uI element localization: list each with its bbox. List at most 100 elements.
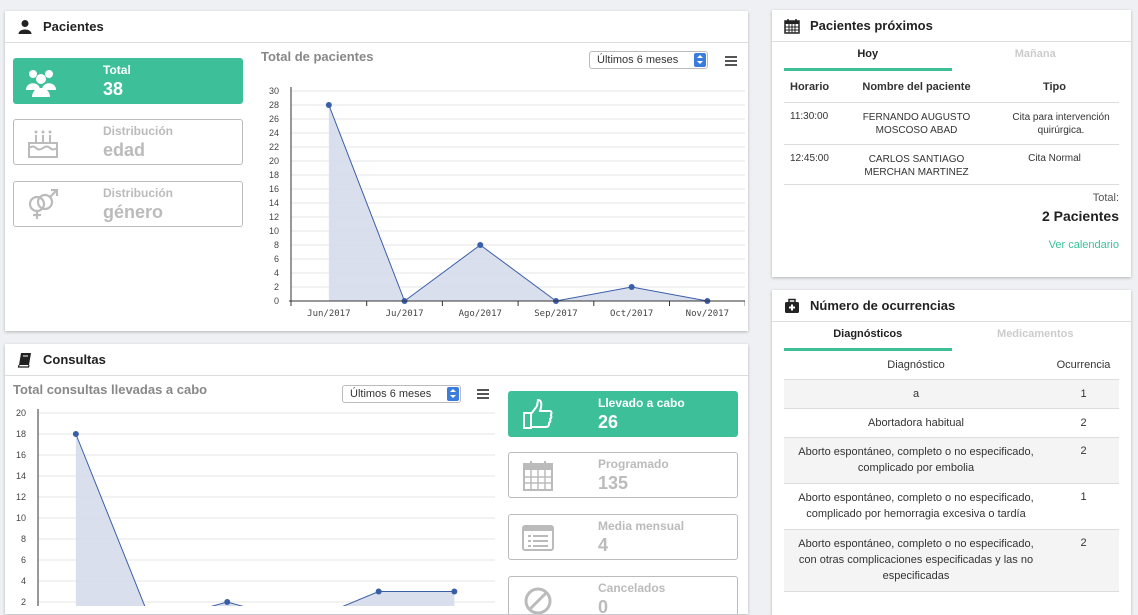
table-row[interactable]: Aborto espontáneo, completo o no especif… (784, 483, 1119, 529)
list-icon (522, 525, 554, 551)
medkit-icon (785, 298, 799, 313)
col-tipo: Tipo (1042, 80, 1066, 93)
ocurrencias-panel: Número de ocurrencias Diagnósticos Medic… (772, 290, 1131, 615)
y-tick-label: 8 (21, 534, 26, 544)
data-point (451, 588, 458, 595)
cell-diagnostico: Aborto espontáneo, completo o no especif… (798, 492, 1034, 520)
cell-ocurrencia: 2 (1080, 444, 1087, 457)
y-tick-label: 0 (274, 296, 279, 306)
cake-icon (28, 130, 58, 158)
stat-label: Distribución (103, 124, 174, 138)
y-tick-label: 28 (269, 100, 279, 110)
consultas-title: Consultas (43, 352, 106, 367)
table-row[interactable]: a 1 (784, 379, 1119, 408)
consultas-chart: 2468101214161820 (16, 408, 495, 606)
total-value: 2 Pacientes (1041, 208, 1119, 224)
user-icon (18, 19, 32, 34)
y-tick-label: 4 (274, 268, 279, 278)
ocurrencias-header: Número de ocurrencias (772, 290, 1131, 322)
chart-title-consultas: Total consultas llevadas a cabo (13, 382, 208, 397)
tab-diagnosticos[interactable]: Diagnósticos (784, 321, 952, 351)
stat-llevado-a-cabo[interactable]: Llevado a cabo 26 (508, 391, 738, 437)
proximos-table: Horario Nombre del paciente Tipo 11:30:0… (784, 72, 1119, 185)
chart-menu-icon[interactable] (725, 56, 737, 66)
ban-icon (524, 587, 552, 614)
select-arrows-icon (447, 387, 459, 401)
select-arrows-icon (694, 53, 706, 67)
y-tick-label: 22 (269, 142, 279, 152)
stat-label: Programado (598, 457, 669, 471)
thumbs-up-icon (523, 399, 553, 429)
data-point (477, 242, 484, 248)
ver-calendario-link[interactable]: Ver calendario (1049, 239, 1119, 251)
data-point (375, 588, 382, 595)
table-row[interactable]: Abortadora habitual 2 (784, 408, 1119, 437)
ocurrencias-title: Número de ocurrencias (810, 298, 956, 313)
table-row[interactable]: Aborto espontáneo, completo o no especif… (784, 529, 1119, 591)
table-row[interactable]: 11:30:00 FERNANDO AUGUSTO MOSCOSO ABAD C… (784, 102, 1119, 144)
stat-total-pacientes[interactable]: Total 38 (13, 58, 243, 104)
pacientes-chart: 024681012141618202224262830Jun/2017 Ju/20… (269, 86, 745, 319)
cell-nombre: FERNANDO AUGUSTO MOSCOSO ABAD (862, 111, 971, 136)
y-tick-label: 30 (269, 86, 279, 96)
y-tick-label: 14 (16, 471, 26, 481)
book-icon (17, 352, 31, 368)
stat-media-mensual[interactable]: Media mensual 4 (508, 514, 738, 560)
stat-label: Total (103, 63, 131, 77)
y-tick-label: 26 (269, 114, 279, 124)
consultas-header: Consultas (5, 344, 748, 376)
tab-manana[interactable]: Mañana (952, 41, 1120, 71)
range-select-value: Últimos 6 meses (597, 54, 679, 66)
x-tick-label: Ju/2017 (386, 309, 424, 319)
tab-hoy[interactable]: Hoy (784, 41, 952, 71)
y-tick-label: 6 (21, 555, 26, 565)
range-select-consultas[interactable]: Últimos 6 meses (342, 385, 461, 403)
data-point (72, 431, 79, 437)
x-tick-label: Sep/2017 (534, 309, 577, 319)
stat-distribucion-genero[interactable]: Distribución género (13, 181, 243, 227)
users-icon (26, 70, 56, 97)
total-label: Total: (1092, 192, 1119, 204)
y-tick-label: 18 (16, 429, 26, 439)
data-point (628, 284, 635, 290)
x-tick-label: Jun/2017 (307, 309, 350, 319)
cell-ocurrencia: 1 (1080, 387, 1087, 400)
y-tick-label: 12 (269, 212, 279, 222)
y-tick-label: 2 (274, 282, 279, 292)
y-tick-label: 20 (269, 156, 279, 166)
cell-ocurrencia: 1 (1080, 490, 1087, 503)
tab-medicamentos[interactable]: Medicamentos (952, 321, 1120, 351)
col-nombre: Nombre del paciente (862, 80, 971, 93)
stat-value: 26 (598, 412, 619, 432)
cell-ocurrencia: 2 (1080, 416, 1087, 429)
proximos-tabs: Hoy Mañana (784, 41, 1119, 71)
cell-tipo: Cita Normal (1028, 152, 1081, 164)
cell-horario: 11:30:00 (790, 110, 829, 122)
data-point (224, 599, 231, 605)
table-row[interactable]: Aborto espontáneo, completo o no especif… (784, 437, 1119, 483)
pacientes-title: Pacientes (43, 19, 104, 34)
chart-title-pacientes: Total de pacientes (261, 49, 374, 64)
pacientes-panel: Pacientes Total 38 Distribución edad Dis… (5, 11, 748, 331)
stat-programado[interactable]: Programado 135 (508, 452, 738, 498)
range-select-value: Últimos 6 meses (350, 388, 432, 400)
y-tick-label: 8 (274, 240, 279, 250)
stat-cancelados[interactable]: Cancelados 0 (508, 576, 738, 614)
col-ocurrencia: Ocurrencia (1056, 358, 1111, 371)
table-row[interactable]: 12:45:00 CARLOS SANTIAGO MERCHAN MARTINE… (784, 144, 1119, 184)
cell-diagnostico: Abortadora habitual (867, 416, 964, 429)
cell-ocurrencia: 2 (1080, 536, 1087, 549)
y-tick-label: 12 (16, 492, 26, 502)
range-select-pacientes[interactable]: Últimos 6 meses (589, 51, 708, 69)
pacientes-header: Pacientes (5, 11, 748, 43)
consultas-panel: Consultas Total consultas llevadas a cab… (5, 344, 748, 614)
col-horario: Horario (790, 80, 830, 93)
y-tick-label: 16 (16, 450, 26, 460)
stat-label: Distribución (103, 186, 174, 200)
stat-label: Llevado a cabo (598, 396, 685, 410)
chart-menu-icon[interactable] (477, 389, 489, 399)
ocurrencias-table: Diagnóstico Ocurrencia a 1 Abortadora ha… (784, 351, 1119, 592)
calendar-icon (784, 18, 800, 34)
calendar-icon (523, 461, 553, 491)
stat-distribucion-edad[interactable]: Distribución edad (13, 119, 243, 165)
